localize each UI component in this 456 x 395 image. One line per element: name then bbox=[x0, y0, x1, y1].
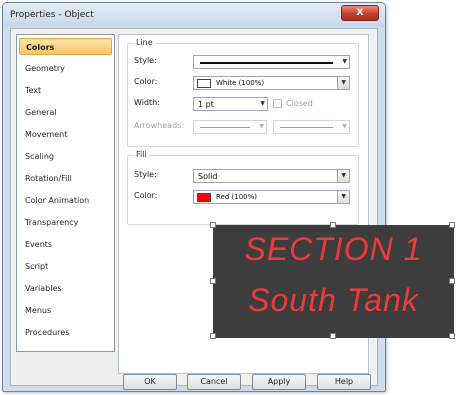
chevron-down-icon: ▼ bbox=[260, 100, 265, 107]
fill-color-select[interactable]: Red (100%) ▼ bbox=[193, 190, 350, 204]
line-style-sample bbox=[200, 62, 333, 64]
closed-label: Closed bbox=[286, 99, 313, 108]
resize-handle-top-right[interactable] bbox=[449, 222, 455, 228]
resize-handle-top[interactable] bbox=[330, 222, 336, 228]
tab-transparency[interactable]: Transparency bbox=[19, 214, 112, 231]
fill-style-select[interactable]: Solid ▼ bbox=[193, 169, 350, 183]
closed-checkbox[interactable] bbox=[273, 99, 282, 108]
arrowhead-end-select[interactable]: ▼ bbox=[273, 120, 350, 134]
resize-handle-right[interactable] bbox=[449, 278, 455, 284]
object-text-line1: SECTION 1 bbox=[244, 231, 423, 267]
tab-geometry[interactable]: Geometry bbox=[19, 60, 112, 77]
tab-color-animation[interactable]: Color Animation bbox=[19, 192, 112, 209]
arrowhead-end-sample bbox=[280, 127, 333, 128]
tab-movement[interactable]: Movement bbox=[19, 126, 112, 143]
window-title: Properties - Object bbox=[10, 10, 94, 20]
chevron-down-icon: ▼ bbox=[342, 58, 347, 65]
fill-style-dropdown-button[interactable]: ▼ bbox=[337, 170, 349, 182]
line-group-title: Line bbox=[134, 38, 155, 47]
tab-colors[interactable]: Colors bbox=[19, 38, 112, 55]
tab-text[interactable]: Text bbox=[19, 82, 112, 99]
line-color-value: White (100%) bbox=[216, 79, 265, 87]
fill-color-swatch bbox=[197, 193, 211, 202]
resize-handle-top-left[interactable] bbox=[210, 222, 216, 228]
line-width-select[interactable]: 1 pt ▼ bbox=[193, 97, 268, 111]
chevron-down-icon: ▼ bbox=[259, 123, 264, 130]
object-text-line2: South Tank bbox=[248, 282, 419, 318]
close-button[interactable]: X bbox=[341, 5, 379, 21]
tab-procedures[interactable]: Procedures bbox=[19, 324, 112, 341]
apply-button[interactable]: Apply bbox=[252, 374, 306, 390]
fill-color-dropdown-button[interactable]: ▼ bbox=[337, 191, 349, 203]
tab-menus[interactable]: Menus bbox=[19, 302, 112, 319]
cancel-button[interactable]: Cancel bbox=[187, 374, 241, 390]
line-group: Line Style: ▼ Color: White (100%) ▼ Widt… bbox=[127, 38, 359, 147]
resize-handle-bottom[interactable] bbox=[330, 333, 336, 339]
chevron-down-icon: ▼ bbox=[341, 79, 346, 86]
chevron-down-icon: ▼ bbox=[341, 172, 346, 179]
tab-events[interactable]: Events bbox=[19, 236, 112, 253]
title-bar[interactable]: Properties - Object X bbox=[3, 3, 385, 27]
fill-style-label: Style: bbox=[134, 170, 157, 179]
line-width-value: 1 pt bbox=[198, 100, 214, 109]
line-color-label: Color: bbox=[134, 77, 158, 86]
arrowheads-label: Arrowheads: bbox=[134, 121, 185, 130]
resize-handle-bottom-right[interactable] bbox=[449, 333, 455, 339]
tab-script[interactable]: Script bbox=[19, 258, 112, 275]
line-style-label: Style: bbox=[134, 56, 157, 65]
tab-rotation-fill[interactable]: Rotation/Fill bbox=[19, 170, 112, 187]
fill-group-title: Fill bbox=[134, 150, 149, 159]
arrowhead-start-sample bbox=[200, 127, 250, 128]
tab-general[interactable]: General bbox=[19, 104, 112, 121]
help-button[interactable]: Help bbox=[317, 374, 371, 390]
chevron-down-icon: ▼ bbox=[342, 123, 347, 130]
close-icon: X bbox=[356, 8, 364, 18]
chevron-down-icon: ▼ bbox=[341, 193, 346, 200]
tab-variables[interactable]: Variables bbox=[19, 280, 112, 297]
arrowhead-start-select[interactable]: ▼ bbox=[193, 120, 267, 134]
resize-handle-left[interactable] bbox=[210, 278, 216, 284]
tab-scaling[interactable]: Scaling bbox=[19, 148, 112, 165]
line-color-dropdown-button[interactable]: ▼ bbox=[337, 77, 349, 89]
line-width-label: Width: bbox=[134, 98, 160, 107]
fill-color-label: Color: bbox=[134, 191, 158, 200]
resize-handle-bottom-left[interactable] bbox=[210, 333, 216, 339]
fill-style-value: Solid bbox=[198, 172, 218, 181]
property-category-list: Colors Geometry Text General Movement Sc… bbox=[16, 34, 115, 352]
line-color-select[interactable]: White (100%) ▼ bbox=[193, 76, 350, 90]
line-style-select[interactable]: ▼ bbox=[193, 55, 350, 69]
fill-group: Fill Style: Solid ▼ Color: Red (100%) ▼ bbox=[127, 150, 359, 225]
selected-text-object[interactable]: SECTION 1 South Tank bbox=[210, 222, 455, 339]
line-color-swatch bbox=[197, 79, 211, 88]
ok-button[interactable]: OK bbox=[123, 374, 177, 390]
fill-color-value: Red (100%) bbox=[216, 193, 257, 201]
